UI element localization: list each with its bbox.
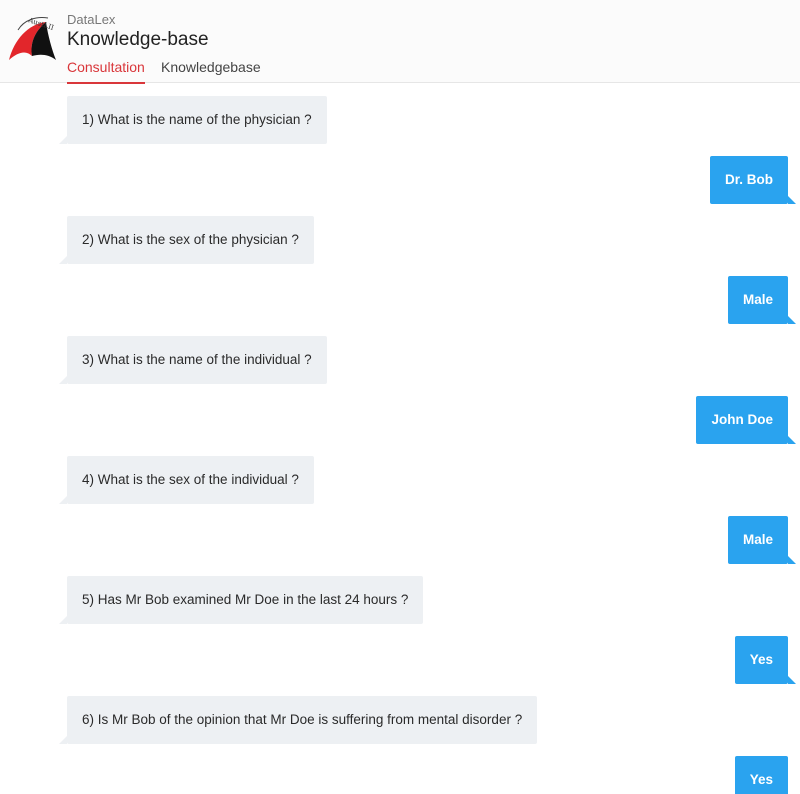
answer-bubble: Male [727, 276, 797, 324]
tab-knowledgebase[interactable]: Knowledgebase [161, 59, 261, 84]
app-name: DataLex [67, 12, 116, 27]
question-bubble: 5) Has Mr Bob examined Mr Doe in the las… [58, 576, 424, 624]
question-bubble: 2) What is the sex of the physician ? [59, 216, 314, 264]
answer-bubble: Yes [734, 636, 797, 684]
answer-bubble: Yes [734, 756, 788, 794]
question-bubble: 4) What is the sex of the individual ? [59, 456, 314, 504]
question-bubble: 3) What is the name of the individual ? [59, 336, 327, 384]
question-bubble: 6) Is Mr Bob of the opinion that Mr Doe … [58, 696, 538, 744]
question-bubble: 1) What is the name of the physician ? [59, 96, 327, 144]
page-title: Knowledge-base [67, 29, 209, 50]
tab-consultation[interactable]: Consultation [67, 59, 145, 84]
answer-bubble: Dr. Bob [709, 156, 797, 204]
consultation-chat[interactable]: 1) What is the name of the physician ? D… [0, 84, 800, 794]
austlii-logo-icon: AustLII [9, 16, 56, 60]
app-header: AustLII DataLex Knowledge-base Consultat… [0, 0, 800, 84]
answer-bubble: John Doe [696, 396, 796, 444]
answer-bubble: Male [727, 516, 797, 564]
